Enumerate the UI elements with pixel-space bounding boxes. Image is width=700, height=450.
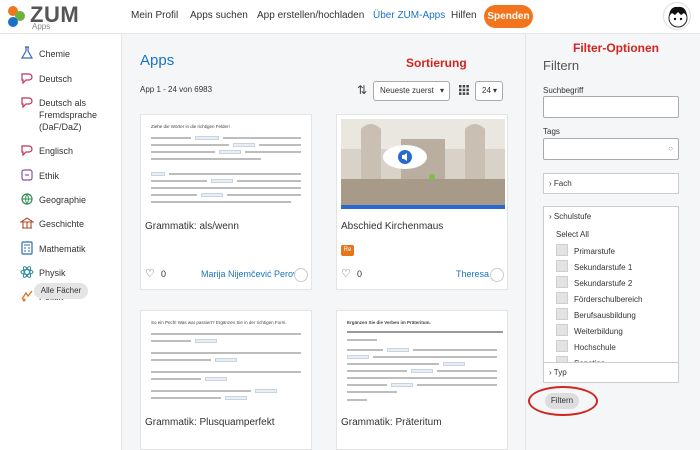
- select-all-link[interactable]: Select All: [556, 230, 589, 239]
- app-thumbnail: So ein Pech! Was war passiert? Ergänzen …: [145, 315, 309, 405]
- heart-icon[interactable]: ♡: [341, 267, 351, 280]
- filter-schulstufe[interactable]: › Schulstufe Select All Primarstufe Seku…: [543, 206, 679, 378]
- sidebar-item-label: Geschichte: [39, 219, 85, 229]
- app-card[interactable]: Ziehe die Wörter in die richtigen Felder…: [140, 114, 312, 290]
- app-title[interactable]: Grammatik: Präteritum: [341, 417, 442, 428]
- author-avatar[interactable]: [294, 268, 308, 282]
- speech-icon: [21, 97, 33, 109]
- speech-icon: [21, 73, 33, 85]
- flask-icon: [20, 46, 34, 59]
- sidebar-item-label: Englisch: [39, 146, 74, 156]
- church-interior-image: [341, 119, 505, 209]
- app-title[interactable]: Grammatik: als/wenn: [145, 221, 239, 232]
- nav-app-erstellen[interactable]: App erstellen/hochladen: [257, 10, 364, 21]
- heart-icon[interactable]: ♡: [145, 267, 155, 280]
- nav-hilfen[interactable]: Hilfen: [451, 10, 477, 21]
- politics-icon: [21, 290, 33, 302]
- per-page-select[interactable]: 24 ▾: [475, 81, 503, 101]
- checkbox[interactable]: [556, 244, 568, 256]
- app-thumbnail: Ziehe die Wörter in die richtigen Felder…: [145, 119, 309, 209]
- checkbox[interactable]: [556, 308, 568, 320]
- search-input[interactable]: [543, 96, 679, 118]
- checkbox-label: Sekundarstufe 2: [574, 279, 633, 288]
- user-avatar[interactable]: [663, 2, 691, 30]
- sort-select[interactable]: Neueste zuerst ▾: [373, 81, 450, 101]
- app-thumbnail: Ergänzen Sie die Verben im Präteritum.: [341, 315, 505, 405]
- app-title[interactable]: Abschied Kirchenmaus: [341, 221, 443, 232]
- like-count: 0: [161, 269, 167, 279]
- filter-fach[interactable]: › Fach: [543, 173, 679, 194]
- checkbox-label: Hochschule: [574, 343, 616, 352]
- ethics-icon: [21, 169, 33, 181]
- calculator-icon: [21, 241, 33, 255]
- sidebar-item-label: Chemie: [39, 49, 71, 59]
- nav-apps-suchen[interactable]: Apps suchen: [190, 10, 248, 21]
- zum-logo[interactable]: ZUM Apps: [6, 2, 80, 32]
- sidebar-item-label: Deutsch als Fremdsprache (DaF/DaZ): [39, 98, 98, 132]
- checkbox[interactable]: [556, 340, 568, 352]
- checkbox[interactable]: [556, 260, 568, 272]
- result-count: App 1 - 24 von 6983: [140, 85, 213, 94]
- atom-icon: [20, 266, 34, 278]
- tags-input[interactable]: ○: [543, 138, 679, 160]
- sidebar-item-label: Ethik: [39, 171, 60, 181]
- annotation-filter-optionen: Filter-Optionen: [573, 41, 659, 55]
- checkbox-label: Primarstufe: [574, 247, 615, 256]
- chevron-down-icon: ▾: [492, 86, 497, 95]
- nav-ueber-zum-apps[interactable]: Über ZUM-Apps: [373, 10, 445, 21]
- annotation-sortierung: Sortierung: [406, 56, 467, 70]
- grid-view-icon[interactable]: [459, 85, 469, 95]
- search-label: Suchbegriff: [543, 86, 584, 95]
- filter-typ[interactable]: › Typ: [543, 362, 679, 383]
- checkbox[interactable]: [556, 324, 568, 336]
- checkbox[interactable]: [556, 276, 568, 288]
- checkbox-label: Berufsausbildung: [574, 311, 636, 320]
- donate-button[interactable]: Spenden: [484, 5, 533, 28]
- author-link[interactable]: Marija Nijemčević Perović: [201, 269, 304, 279]
- nav-mein-profil[interactable]: Mein Profil: [131, 10, 178, 21]
- logo-mark-icon: [8, 6, 25, 27]
- logo-subtext: Apps: [32, 22, 51, 31]
- filter-schulstufe-label[interactable]: › Schulstufe: [549, 212, 591, 221]
- tags-label: Tags: [543, 127, 560, 136]
- filter-title: Filtern: [543, 58, 580, 73]
- sort-select-value: Neueste zuerst: [380, 86, 434, 95]
- page-title: Apps: [140, 52, 175, 69]
- thumbnail-heading: Ziehe die Wörter in die richtigen Felder…: [151, 124, 230, 129]
- checkbox-label: Sekundarstufe 1: [574, 263, 633, 272]
- per-page-value: 24: [482, 86, 491, 95]
- author-link[interactable]: Theresa: [456, 269, 489, 279]
- thumbnail-heading: Ergänzen Sie die Verben im Präteritum.: [347, 320, 431, 325]
- all-subjects-button[interactable]: Alle Fächer: [34, 283, 88, 299]
- thumbnail-heading: So ein Pech! Was war passiert? Ergänzen …: [151, 320, 287, 325]
- checkbox[interactable]: [556, 292, 568, 304]
- annotation-circle: [528, 386, 598, 416]
- app-type-badge: Re: [341, 245, 354, 256]
- author-avatar[interactable]: [490, 268, 504, 282]
- checkbox-label: Förderschulbereich: [574, 295, 643, 304]
- checkbox-label: Weiterbildung: [574, 327, 623, 336]
- top-bar: ZUM Apps Mein Profil Apps suchen App ers…: [0, 0, 700, 34]
- app-card[interactable]: So ein Pech! Was war passiert? Ergänzen …: [140, 310, 312, 450]
- history-icon: [20, 217, 34, 229]
- app-title[interactable]: Grammatik: Plusquamperfekt: [145, 417, 275, 428]
- sidebar-item-label: Physik: [39, 268, 66, 278]
- avatar-icon: [668, 6, 688, 28]
- filter-fach-label: › Fach: [549, 179, 572, 188]
- app-card[interactable]: Ergänzen Sie die Verben im Präteritum. G…: [336, 310, 508, 450]
- app-card[interactable]: Abschied Kirchenmaus Re ♡ 0 Theresa: [336, 114, 508, 290]
- sidebar-item-label: Deutsch: [39, 74, 73, 84]
- like-count: 0: [357, 269, 363, 279]
- app-thumbnail: [341, 119, 505, 209]
- globe-icon: [21, 193, 33, 205]
- sidebar-item-label: Mathematik: [39, 244, 86, 254]
- filter-typ-label: › Typ: [549, 368, 567, 377]
- speech-icon: [21, 145, 33, 157]
- circle-icon: ○: [668, 144, 673, 153]
- sort-icon[interactable]: ⇅: [357, 83, 367, 97]
- sidebar-item-label: Geographie: [39, 195, 87, 205]
- chevron-down-icon: ▾: [439, 86, 444, 95]
